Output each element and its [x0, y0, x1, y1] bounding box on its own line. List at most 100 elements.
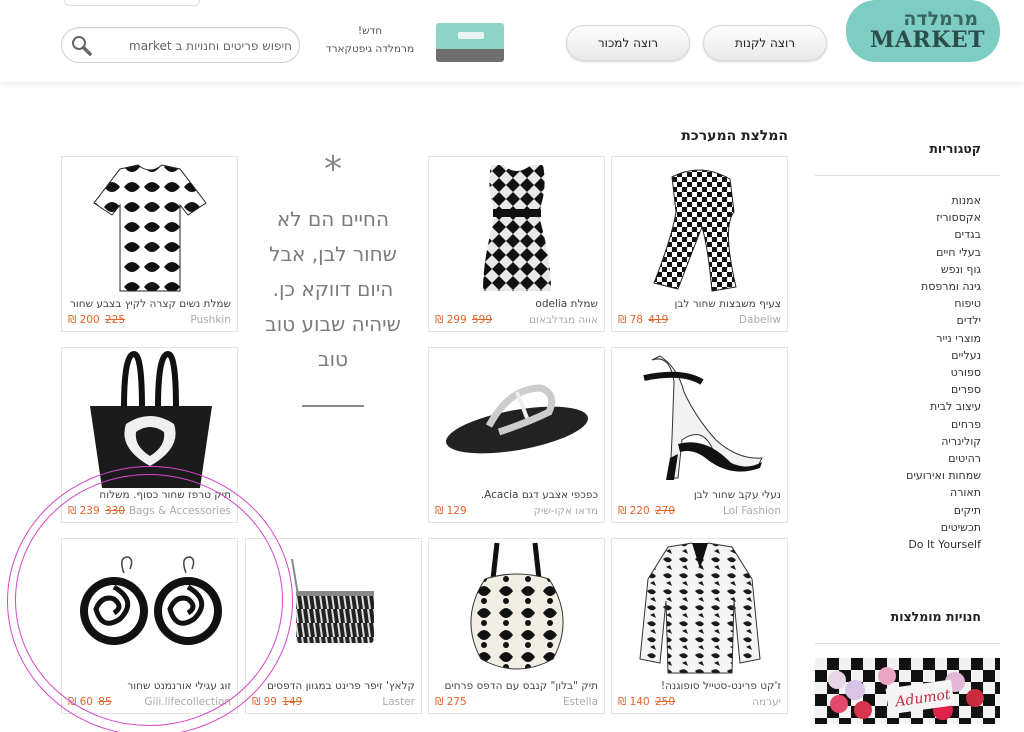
- category-item[interactable]: תיקים: [815, 502, 981, 519]
- product-title[interactable]: שמלת נשים קצרה לקיץ בצבע שחור: [66, 298, 231, 310]
- product-title[interactable]: כפכפי אצבע דגם Acacia.: [433, 489, 598, 501]
- product-card[interactable]: ז'קט פרינט-סטייל סופוגנה! ₪ 140 250 יערמה: [611, 538, 788, 714]
- category-list: אמנות אקססוריז בגדים בעלי חיים גוף ונפש גינה …: [815, 192, 981, 553]
- quote-block: * החיים הם לא שחור לבן, אבל היום דווקא כ…: [244, 150, 422, 420]
- product-title[interactable]: שמלת odelia: [433, 298, 598, 310]
- category-item[interactable]: רהיטים: [815, 450, 981, 467]
- product-image[interactable]: [429, 157, 604, 299]
- price-value: 140: [629, 696, 650, 708]
- old-price: 330: [104, 505, 126, 517]
- category-item[interactable]: מוצרי נייר: [815, 330, 981, 347]
- currency-symbol: ₪: [68, 696, 77, 708]
- product-image[interactable]: [612, 348, 787, 490]
- product-store[interactable]: Lol Fashion: [723, 505, 781, 517]
- category-item[interactable]: אמנות: [815, 192, 981, 209]
- product-price: ₪ 299 599: [435, 314, 494, 326]
- product-title[interactable]: ז'קט פרינט-סטייל סופוגנה!: [616, 680, 781, 692]
- currency-symbol: ₪: [435, 505, 444, 517]
- product-title[interactable]: צעיף משבצות שחור לבן: [616, 298, 782, 310]
- category-item[interactable]: ספרים: [815, 381, 981, 398]
- category-item[interactable]: נעליים: [815, 347, 981, 364]
- product-store[interactable]: Bags & Accessories: [129, 505, 231, 517]
- category-item[interactable]: גינה ומרפסת: [815, 278, 981, 295]
- buy-button[interactable]: רוצה לקנות: [703, 25, 827, 61]
- currency-symbol: ₪: [435, 696, 444, 708]
- product-card[interactable]: צעיף משבצות שחור לבן ₪ 78 419 Dabeliw: [611, 156, 788, 332]
- category-item[interactable]: ילדים: [815, 312, 981, 329]
- product-image[interactable]: [62, 157, 237, 299]
- category-item[interactable]: טיפוח: [815, 295, 981, 312]
- product-store[interactable]: אווה מגדלבאום: [529, 314, 598, 326]
- old-price: 225: [104, 314, 126, 326]
- price-value: 239: [79, 505, 100, 517]
- category-item[interactable]: עיצוב לבית: [815, 398, 981, 415]
- old-price: 599: [471, 314, 493, 326]
- price-value: 200: [79, 314, 100, 326]
- product-card[interactable]: שמלת נשים קצרה לקיץ בצבע שחור ₪ 200 225 Pu…: [61, 156, 238, 332]
- product-card[interactable]: תיק "בלון" קנבס עם הדפס פרחים ₪ 275 Estell…: [428, 538, 605, 714]
- product-store[interactable]: Pushkin: [190, 314, 231, 326]
- product-store[interactable]: Laster: [382, 696, 415, 708]
- currency-symbol: ₪: [435, 314, 444, 326]
- currency-symbol: ₪: [68, 505, 77, 517]
- recommended-store-image[interactable]: Adumot: [815, 658, 1000, 724]
- category-item[interactable]: פרחים: [815, 416, 981, 433]
- product-card[interactable]: תיק טרפז שחור כסוף. משלוח ₪ 239 330 Bags &…: [61, 347, 238, 523]
- price-value: 275: [446, 696, 467, 708]
- product-image[interactable]: [612, 157, 787, 299]
- product-image[interactable]: [62, 539, 237, 681]
- product-image[interactable]: [62, 348, 237, 490]
- product-title[interactable]: תיק "בלון" קנבס עם הדפס פרחים: [433, 680, 598, 692]
- product-store[interactable]: יערמה: [752, 696, 781, 708]
- old-price: 149: [282, 696, 303, 708]
- category-item[interactable]: תאורה: [815, 484, 981, 501]
- giftcard-promo[interactable]: חדש! מרמלדה גיפטקארד: [322, 22, 418, 58]
- product-image[interactable]: [246, 539, 421, 681]
- price-value: 299: [446, 314, 467, 326]
- product-card[interactable]: שמלת odelia ₪ 299 599 אווה מגדלבאום: [428, 156, 605, 332]
- category-item[interactable]: גוף ונפש: [815, 261, 981, 278]
- product-card[interactable]: נעלי עקב שחור לבן ₪ 220 270 Lol Fashion: [611, 347, 788, 523]
- search-input[interactable]: [102, 36, 292, 56]
- category-item[interactable]: בעלי חיים: [815, 244, 981, 261]
- top-tab[interactable]: [64, 0, 200, 6]
- category-item[interactable]: בגדים: [815, 226, 981, 243]
- category-item[interactable]: קולינריה: [815, 433, 981, 450]
- price-value: 220: [629, 505, 650, 517]
- product-price: ₪ 220 270: [618, 505, 677, 517]
- product-image[interactable]: [429, 539, 604, 681]
- quote-divider: [302, 405, 364, 407]
- categories-title: קטגוריות: [929, 141, 981, 156]
- giftcard-image[interactable]: [436, 23, 504, 62]
- category-item[interactable]: ספורט: [815, 364, 981, 381]
- product-store[interactable]: מדאו אקו-שיק: [534, 505, 598, 517]
- site-logo[interactable]: מרמלדה MARKET: [846, 0, 1000, 62]
- product-title[interactable]: תיק טרפז שחור כסוף. משלוח: [66, 489, 231, 501]
- divider: [815, 643, 1000, 644]
- category-item[interactable]: שמחות ואירועים: [815, 467, 981, 484]
- category-item[interactable]: Do It Yourself: [815, 536, 981, 553]
- divider: [815, 175, 1000, 176]
- product-price: ₪ 99 149: [252, 696, 304, 708]
- product-card[interactable]: זוג עגילי אורנמנט שחור ₪ 60 85 Gili.lifeco…: [61, 538, 238, 714]
- product-image[interactable]: [429, 348, 604, 490]
- old-price: 419: [648, 314, 669, 326]
- product-price: ₪ 140 250: [618, 696, 677, 708]
- product-title[interactable]: זוג עגילי אורנמנט שחור: [66, 680, 231, 692]
- product-title[interactable]: קלאץ' זיפר פרינט במגוון הדפסים: [250, 680, 415, 692]
- product-card[interactable]: קלאץ' זיפר פרינט במגוון הדפסים ₪ 99 149 La…: [245, 538, 422, 714]
- category-item[interactable]: אקססוריז: [815, 209, 981, 226]
- product-title[interactable]: נעלי עקב שחור לבן: [616, 489, 781, 501]
- product-image[interactable]: [612, 539, 787, 681]
- product-store[interactable]: Estella: [563, 696, 598, 708]
- old-price: 270: [654, 505, 676, 517]
- product-price: ₪ 60 85: [68, 696, 114, 708]
- category-item[interactable]: תכשיטים: [815, 519, 981, 536]
- product-store[interactable]: Dabeliw: [739, 314, 781, 326]
- product-store[interactable]: Gili.lifecollection: [144, 696, 231, 708]
- old-price: 85: [98, 696, 112, 708]
- price-value: 60: [79, 696, 93, 708]
- sell-button[interactable]: רוצה למכור: [566, 25, 690, 61]
- product-card[interactable]: כפכפי אצבע דגם Acacia. ₪ 129 מדאו אקו-שיק: [428, 347, 605, 523]
- search-icon[interactable]: [70, 34, 94, 58]
